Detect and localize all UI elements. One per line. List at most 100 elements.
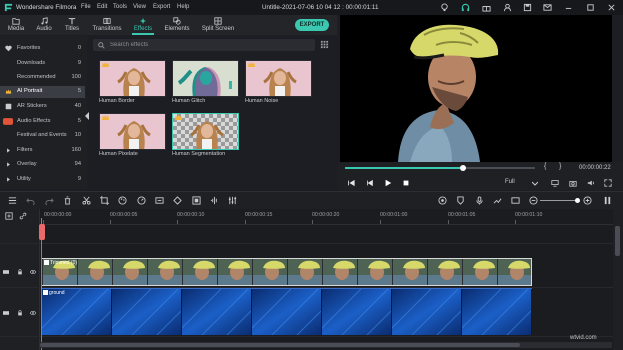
audio-duck-icon[interactable]	[493, 196, 502, 205]
fullscreen-icon[interactable]	[604, 179, 612, 187]
quality-select[interactable]: Full	[505, 179, 541, 189]
voiceover-mic-icon[interactable]	[475, 196, 484, 205]
lock-icon[interactable]	[17, 310, 23, 316]
app-name: Wondershare Filmora	[16, 4, 77, 11]
tab-label: Media	[7, 26, 25, 32]
sidebar-item-festival-and-events[interactable]: Festival and Events 10	[0, 130, 85, 142]
link-icon[interactable]	[19, 212, 27, 220]
sidebar-item-ai-portrait[interactable]: AI Portrait 5	[0, 86, 85, 98]
snapshot-camera-icon[interactable]	[569, 179, 577, 187]
mail-icon[interactable]	[543, 3, 552, 12]
effect-thumbnail-human-border[interactable]	[99, 60, 166, 97]
stop-icon[interactable]	[402, 179, 410, 187]
tracks-menu-icon[interactable]	[8, 196, 17, 205]
effect-label: Human Border	[99, 98, 135, 104]
grid-view-icon[interactable]	[320, 40, 329, 49]
effect-thumbnail-human-segmentation[interactable]	[172, 113, 239, 150]
effect-thumbnail-human-noise[interactable]	[245, 60, 312, 97]
mark-in-button[interactable]: {	[544, 163, 546, 170]
crown-icon	[248, 62, 255, 67]
menu-file[interactable]: File	[81, 4, 91, 10]
track-divider	[0, 243, 613, 244]
woman-portrait-image	[117, 68, 151, 96]
render-icon[interactable]	[438, 196, 447, 205]
menu-help[interactable]: Help	[177, 4, 189, 10]
tab-transitions[interactable]: Transitions	[88, 15, 126, 35]
eye-icon[interactable]	[30, 269, 36, 275]
ruler-label: 00:00:00:10	[177, 212, 205, 218]
effect-thumbnail-human-glitch[interactable]	[172, 60, 239, 97]
play-icon[interactable]	[384, 179, 392, 187]
sidebar-item-ar-stickers[interactable]: AR Stickers 40	[0, 101, 85, 113]
scrubber-handle[interactable]	[460, 165, 466, 171]
video-preview[interactable]	[340, 15, 612, 162]
save-icon[interactable]	[523, 3, 532, 12]
sidebar-item-count: 40	[74, 103, 81, 109]
eye-icon[interactable]	[30, 310, 36, 316]
audio-waveform-icon[interactable]	[210, 196, 219, 205]
sidebar-item-favorites[interactable]: Favorites 0	[0, 43, 85, 55]
playback-progress	[345, 167, 463, 169]
minimize-icon[interactable]	[564, 3, 573, 12]
zoom-out-icon[interactable]	[529, 196, 538, 205]
ruler-tick	[177, 220, 178, 224]
mark-out-button[interactable]: }	[559, 163, 561, 170]
tab-split-screen[interactable]: Split Screen	[198, 15, 238, 35]
lock-icon[interactable]	[17, 269, 23, 275]
zoom-slider[interactable]	[540, 200, 578, 201]
gift-icon[interactable]	[482, 3, 491, 12]
sidebar-item-recommended[interactable]: Recommended 100	[0, 72, 85, 84]
stabilize-icon[interactable]	[155, 196, 164, 205]
skip-back-icon[interactable]	[347, 179, 355, 187]
tab-audio[interactable]: Audio	[30, 15, 58, 35]
tab-elements[interactable]: Elements	[160, 15, 194, 35]
lightbulb-icon[interactable]	[440, 3, 449, 12]
zoom-in-icon[interactable]	[583, 196, 592, 205]
maximize-icon[interactable]	[586, 3, 595, 12]
color-palette-icon[interactable]	[118, 196, 127, 205]
sidebar-item-downloads[interactable]: Downloads 9	[0, 58, 85, 70]
monitor-icon[interactable]	[551, 179, 559, 187]
speed-icon[interactable]	[137, 196, 146, 205]
mixer-icon[interactable]	[228, 196, 237, 205]
undo-icon[interactable]	[26, 196, 35, 205]
sidebar-item-count: 5	[77, 88, 81, 94]
marker-icon[interactable]	[456, 196, 465, 205]
cut-icon[interactable]	[82, 196, 91, 205]
scrollbar-thumb[interactable]	[615, 226, 620, 256]
zoom-slider-handle[interactable]	[575, 198, 580, 203]
add-track-icon[interactable]	[5, 212, 13, 220]
effect-thumbnail-human-pixelate[interactable]	[99, 113, 166, 150]
heart-icon	[5, 45, 12, 52]
close-icon[interactable]	[607, 3, 616, 12]
headset-icon[interactable]	[461, 3, 470, 12]
redo-icon[interactable]	[45, 196, 54, 205]
volume-icon[interactable]	[587, 179, 595, 187]
sidebar-item-utility[interactable]: Utility 9	[0, 174, 85, 186]
pause-panel-icon[interactable]	[603, 196, 612, 205]
search-input[interactable]	[110, 40, 310, 50]
tab-media[interactable]: Media	[2, 15, 30, 35]
sidebar-item-audio-effects[interactable]: Audio Effects 5	[0, 116, 85, 128]
tab-effects[interactable]: Effects	[128, 15, 158, 35]
crop-icon[interactable]	[100, 196, 109, 205]
ruler-label: 00:00:00:15	[245, 212, 273, 218]
menu-tools[interactable]: Tools	[113, 4, 127, 10]
step-back-icon[interactable]	[366, 179, 374, 187]
sidebar-item-overlay[interactable]: Overlay 94	[0, 159, 85, 171]
menu-export[interactable]: Export	[153, 4, 170, 10]
snapshot-icon[interactable]	[511, 196, 520, 205]
menu-edit[interactable]: Edit	[97, 4, 107, 10]
keyframe-icon[interactable]	[173, 196, 182, 205]
delete-icon[interactable]	[63, 196, 72, 205]
export-button[interactable]: EXPORT	[295, 19, 329, 31]
tab-titles[interactable]: Titles	[58, 15, 86, 35]
sidebar-item-filters[interactable]: Filters 160	[0, 145, 85, 157]
playhead-handle[interactable]	[39, 224, 45, 240]
account-icon[interactable]	[503, 3, 512, 12]
video-clip-cyclist[interactable]: Trimmed (0)	[41, 258, 532, 286]
green-screen-icon[interactable]	[192, 196, 201, 205]
scrollbar-thumb[interactable]	[40, 343, 520, 347]
video-clip-background[interactable]: ground	[41, 288, 532, 335]
menu-view[interactable]: View	[133, 4, 146, 10]
